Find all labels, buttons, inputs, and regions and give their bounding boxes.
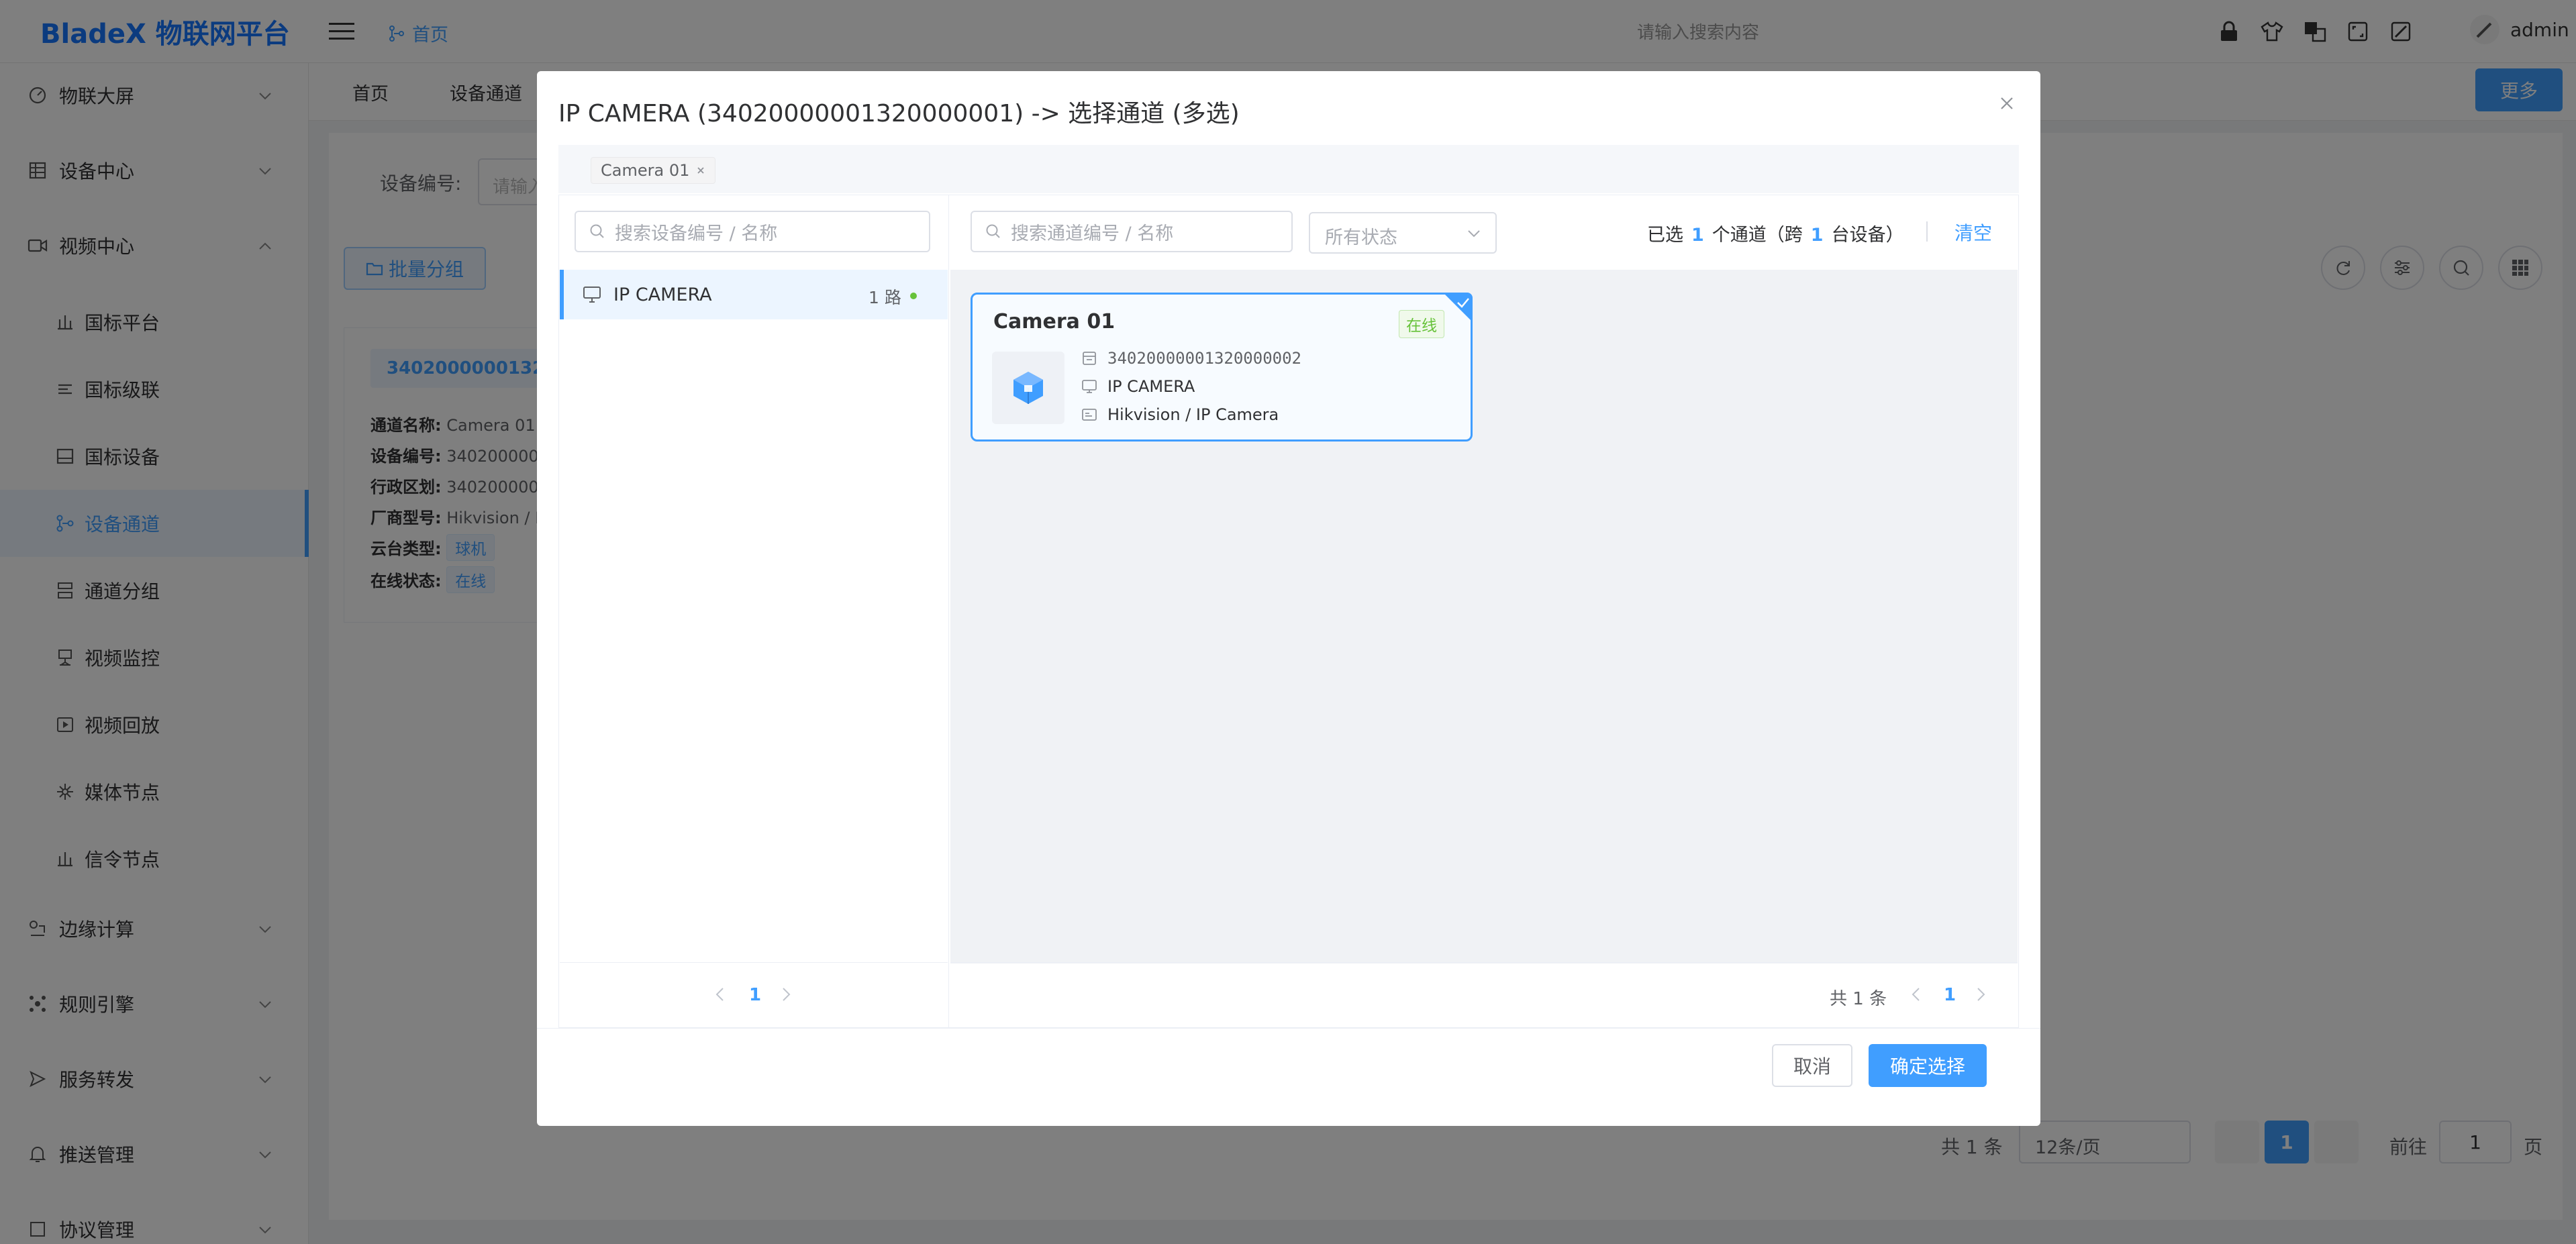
device-search-placeholder: 搜索设备编号 / 名称 <box>615 223 778 244</box>
pager-prev-icon[interactable] <box>711 986 728 1002</box>
monitor-icon <box>583 286 601 303</box>
device-list-panel <box>558 195 949 1028</box>
divider <box>1926 221 1928 242</box>
status-select[interactable]: 所有状态 <box>1309 212 1497 254</box>
close-icon[interactable] <box>1993 90 2020 117</box>
channel-device: IP CAMERA <box>1107 377 1195 396</box>
channel-code: 34020000001320000002 <box>1107 349 1301 368</box>
clear-selection-link[interactable]: 清空 <box>1954 219 1992 246</box>
channel-code-line: 34020000001320000002 <box>1081 349 1301 368</box>
confirm-selection-button[interactable]: 确定选择 <box>1869 1044 1987 1087</box>
pager-next-icon[interactable] <box>1973 986 1989 1002</box>
selection-summary: 已选 1 个通道（跨 1 台设备） <box>1647 220 1904 246</box>
channel-status-badge: 在线 <box>1399 310 1444 338</box>
channel-search-input[interactable]: 搜索通道编号 / 名称 <box>971 211 1293 252</box>
dialog-title: IP CAMERA (34020000001320000001) -> 选择通道… <box>558 100 1240 127</box>
channel-vendor: Hikvision / IP Camera <box>1107 405 1279 424</box>
selected-check-icon <box>1443 293 1473 322</box>
channel-search-placeholder: 搜索通道编号 / 名称 <box>1011 223 1174 244</box>
channel-thumbnail <box>992 352 1064 424</box>
device-list-item-name: IP CAMERA <box>613 284 712 305</box>
selected-channel-tag[interactable]: Camera 01 <box>591 157 716 184</box>
id-card-icon <box>1081 350 1098 367</box>
summary-device-count: 1 <box>1810 225 1824 246</box>
summary-suffix: 台设备） <box>1831 225 1904 246</box>
device-search-input[interactable]: 搜索设备编号 / 名称 <box>575 211 930 252</box>
search-icon <box>985 223 1001 240</box>
device-channel-count: 1 路 <box>869 288 901 307</box>
summary-prefix: 已选 <box>1647 225 1683 246</box>
cancel-button[interactable]: 取消 <box>1772 1044 1852 1087</box>
selected-tag-label: Camera 01 <box>601 161 690 180</box>
pager-next-icon[interactable] <box>779 986 795 1002</box>
pager-prev-icon[interactable] <box>1908 986 1924 1002</box>
search-icon <box>589 223 605 240</box>
online-dot <box>910 293 917 299</box>
status-select-placeholder: 所有状态 <box>1325 227 1397 248</box>
channel-vendor-line: Hikvision / IP Camera <box>1081 405 1279 424</box>
summary-mid: 个通道（跨 <box>1712 225 1803 246</box>
channel-pager-page[interactable]: 1 <box>1944 985 1956 1005</box>
device-pager-page[interactable]: 1 <box>749 985 761 1005</box>
vendor-card-icon <box>1081 406 1098 423</box>
monitor-icon <box>1081 378 1098 395</box>
selected-tags-bar <box>558 145 2019 193</box>
chevron-down-icon <box>1467 229 1481 238</box>
channel-device-line: IP CAMERA <box>1081 377 1195 396</box>
summary-channel-count: 1 <box>1691 225 1704 246</box>
channel-option-name: Camera 01 <box>993 310 1116 333</box>
channel-pager-total: 共 1 条 <box>1830 989 1887 1009</box>
tag-close-icon[interactable] <box>696 166 705 175</box>
cube-icon <box>1012 370 1044 405</box>
